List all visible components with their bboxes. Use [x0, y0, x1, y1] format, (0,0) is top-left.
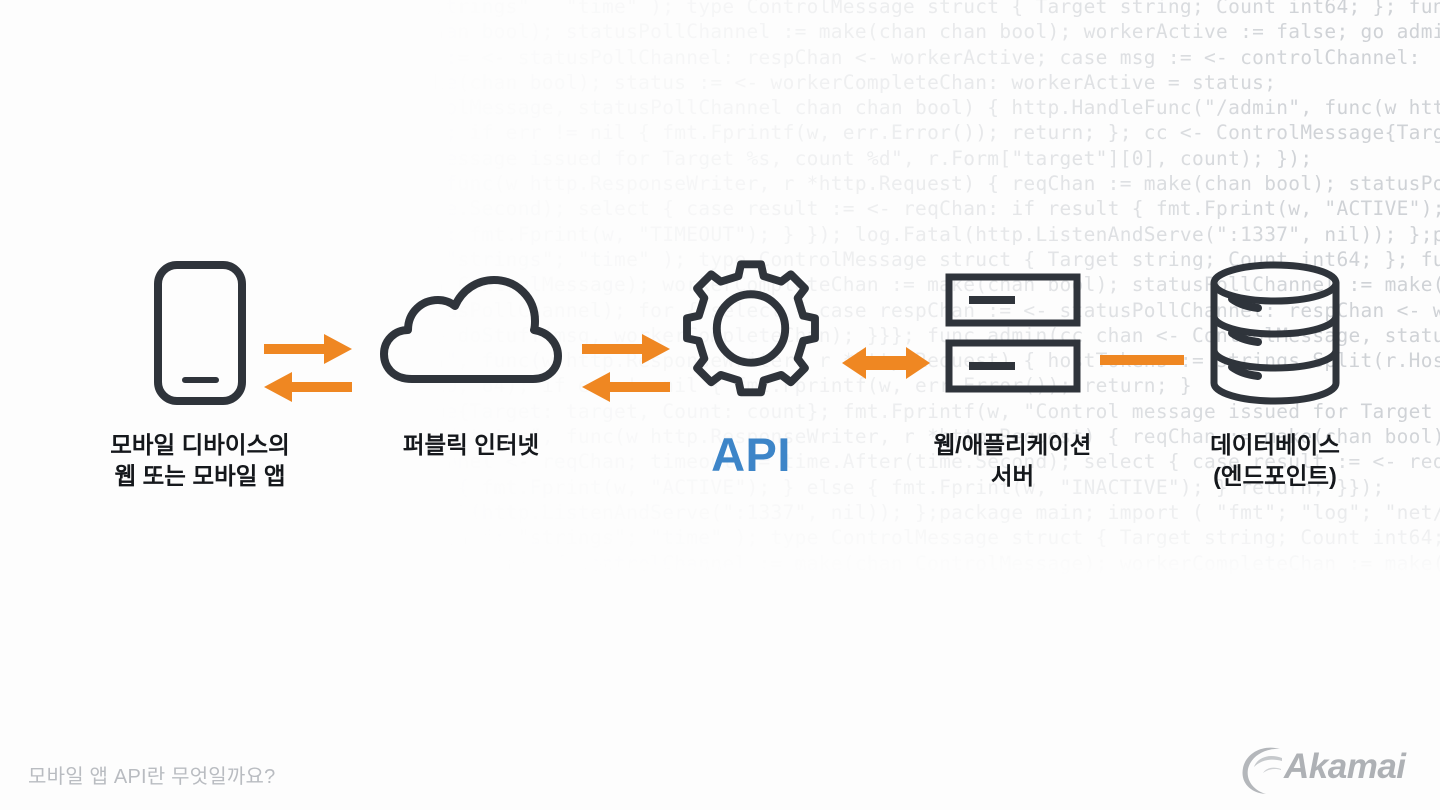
api-flow-diagram: 모바일 디바이스의 웹 또는 모바일 앱 퍼블릭 인터넷 API 웹/애플리케이… [0, 258, 1440, 548]
code-line: timeout := time.After(time.Second); sele… [144, 197, 1440, 221]
diagram-node-label: 데이터베이스 (엔드포인트) [1210, 432, 1340, 490]
code-line: controlChannel := make(chan bool); statu… [120, 20, 1440, 44]
code-line: http.HandleFunc("/status", func(w http.R… [120, 172, 1440, 196]
diagram-node-label: API [711, 428, 791, 481]
code-line: workerCompleteChan := make(chan bool); s… [0, 70, 1277, 94]
diagram-page: chan chan "strings" "time" ); type Contr… [0, 0, 1440, 810]
akamai-wordmark: Akamai [1284, 747, 1406, 786]
diagram-node-label: 모바일 디바이스의 웹 또는 모바일 앱 [110, 432, 290, 490]
code-line: func main() { controlChannel := make(cha… [0, 551, 1440, 575]
database-cylinder-icon [1145, 258, 1405, 408]
diagram-node-database: 데이터베이스 (엔드포인트) [1145, 258, 1405, 493]
diagram-node-label: 퍼블릭 인터넷 [402, 432, 540, 458]
connector-api-to-server [840, 343, 932, 388]
footer-caption: 모바일 앱 API란 무엇일까요? [28, 766, 276, 788]
code-line: for { select { case respChan := <- statu… [0, 45, 1421, 69]
code-line: fmt.Fprintf(w, "Control message issued f… [0, 146, 1313, 170]
diagram-node-label: 웹/애플리케이션 서버 [933, 432, 1092, 490]
connector-cloud-to-api [580, 330, 672, 411]
code-line: func admin(cc chan <- ControlMessage, st… [120, 96, 1440, 120]
code-line: chan chan "strings" "time" ); type Contr… [0, 0, 1440, 18]
diagram-node-cloud: 퍼블릭 인터넷 [340, 258, 602, 461]
code-line: return; case <- timeout: fmt.Fprint(w, "… [168, 222, 1440, 246]
connector-server-to-database [1100, 352, 1184, 373]
akamai-logo: Akamai [1236, 742, 1412, 796]
connector-mobile-to-cloud [262, 330, 354, 411]
cloud-icon [340, 258, 602, 408]
code-line: r.Form["count"][0], 10, 64); if err != n… [120, 121, 1440, 145]
